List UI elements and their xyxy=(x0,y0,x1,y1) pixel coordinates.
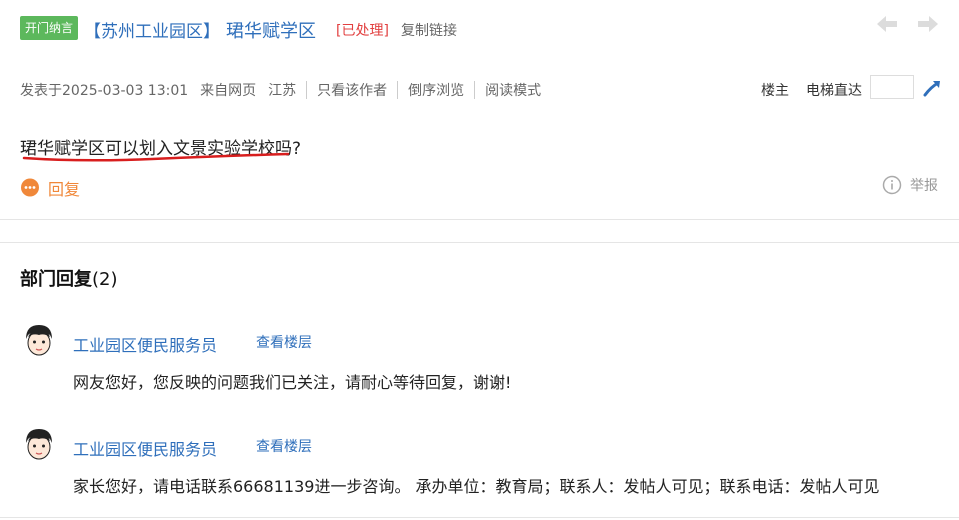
post-source: 来自网页 xyxy=(200,83,257,99)
forum-link[interactable]: 【苏州工业园区】 xyxy=(84,17,220,42)
separator xyxy=(397,81,399,99)
post-meta: 发表于2025-03-03 13:01 来自网页 江苏 只看该作者 倒序浏览 阅… xyxy=(20,80,541,100)
reading-mode-link[interactable]: 阅读模式 xyxy=(485,80,541,100)
reply-text: 网友您好，您反映的问题我们已关注，请耐心等待回复，谢谢! xyxy=(73,373,512,392)
avatar xyxy=(22,323,56,359)
section-heading: 部门回复(2) xyxy=(20,265,118,291)
reply-button[interactable]: 回复 xyxy=(20,176,80,200)
reply-text: 家长您好，请电话联系66681139进一步咨询。 承办单位：教育局；联系人：发帖… xyxy=(73,477,880,496)
separator xyxy=(474,81,476,99)
category-tag[interactable]: 开门纳言 xyxy=(20,16,79,40)
reply-label: 回复 xyxy=(48,180,81,199)
bottom-divider xyxy=(0,517,959,518)
report-button[interactable]: 举报 xyxy=(882,175,938,195)
arrow-left-icon[interactable] xyxy=(875,13,899,35)
red-underline-annotation xyxy=(22,152,290,162)
section-title: 部门回复 xyxy=(20,269,92,290)
elevator-label: 电梯直达 xyxy=(806,83,862,99)
status-badge: [已处理] xyxy=(336,23,389,39)
thread-title[interactable]: 珺华赋学区 xyxy=(226,17,316,43)
separator xyxy=(306,81,308,99)
chat-bubble-icon xyxy=(21,178,39,197)
go-floor-icon[interactable] xyxy=(922,78,942,98)
arrow-right-icon[interactable] xyxy=(916,13,940,35)
only-author-link[interactable]: 只看该作者 xyxy=(317,80,387,100)
reverse-order-link[interactable]: 倒序浏览 xyxy=(408,80,464,100)
floor-number-input[interactable] xyxy=(870,75,914,99)
copy-link-button[interactable]: 复制链接 xyxy=(401,20,457,40)
view-floor-link[interactable]: 查看楼层 xyxy=(256,332,312,352)
section-gap xyxy=(0,219,959,243)
reply-author[interactable]: 工业园区便民服务员 xyxy=(73,332,217,356)
post-time: 发表于2025-03-03 13:01 xyxy=(20,83,189,99)
floor-label: 楼主 xyxy=(761,83,789,99)
reply-author[interactable]: 工业园区便民服务员 xyxy=(73,436,217,460)
view-floor-link[interactable]: 查看楼层 xyxy=(256,436,312,456)
post-region: 江苏 xyxy=(268,83,297,99)
reply-count: (2) xyxy=(92,269,118,290)
report-label: 举报 xyxy=(910,178,938,194)
info-circle-icon xyxy=(882,175,902,195)
avatar xyxy=(22,427,56,463)
